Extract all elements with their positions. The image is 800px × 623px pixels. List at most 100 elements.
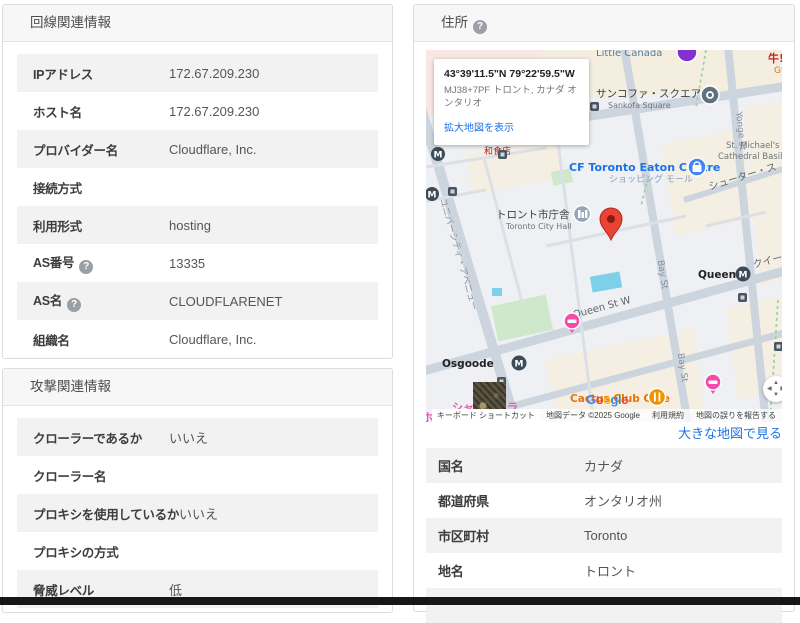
view-larger-map-link[interactable]: 拡大地図を表示: [444, 119, 514, 134]
table-row-empty: [426, 588, 782, 623]
table-row: AS番号? 13335: [17, 244, 378, 282]
row-label: AS名?: [33, 290, 169, 312]
table-row: プロバイダー名 Cloudflare, Inc.: [17, 130, 378, 168]
table-row: 市区町村 Toronto: [426, 518, 782, 553]
map-label-st-michaels-1: St. Michael's: [726, 141, 780, 151]
row-label: 接続方式: [33, 181, 82, 196]
map-area-beige: [466, 138, 564, 194]
row-label-text: AS番号: [33, 256, 75, 270]
row-value: hosting: [169, 217, 211, 233]
table-row: IPアドレス 172.67.209.230: [17, 54, 378, 92]
row-label: 市区町村: [438, 529, 489, 544]
pan-down-icon[interactable]: ▼: [773, 392, 779, 398]
coordinates-text: 43°39'11.5"N 79°22'59.5"W: [444, 68, 575, 80]
row-label: 組織名: [33, 333, 70, 348]
row-value: オンタリオ州: [584, 494, 663, 509]
row-value: いいえ: [169, 430, 209, 446]
map-label-st-michaels-2: Cathedral Basilica: [718, 152, 782, 162]
row-label: 脅威レベル: [33, 583, 95, 598]
row-value: いいえ: [179, 506, 219, 522]
row-label: IPアドレス: [33, 67, 94, 82]
google-logo-letter: o: [595, 392, 604, 407]
row-value: 13335: [169, 255, 206, 271]
table-row: 利用形式 hosting: [17, 206, 378, 244]
address-panel: 住所? Little Canada 牛 G サンコファ・スクエア Sankofa…: [413, 4, 795, 623]
map-attribution-bar: キーボード ショートカット 地図データ ©2025 Google 利用規約 地図…: [426, 409, 782, 422]
attack-info-rows: クローラーであるか いいえ クローラー名 プロキシを使用しているか いいえ プロ…: [3, 406, 392, 610]
table-row: 都道府県 オンタリオ州: [426, 483, 782, 518]
table-row: プロキシを使用しているか いいえ: [17, 494, 378, 532]
map-data-attribution: 地図データ ©2025 Google: [546, 411, 640, 420]
attack-info-panel: 攻撃関連情報 クローラーであるか いいえ クローラー名 プロキシを使用しているか…: [2, 368, 393, 613]
map-label-sankofa-jp: サンコファ・スクエア: [596, 88, 701, 100]
map-label-little-canada: Little Canada: [596, 50, 662, 59]
row-label: プロキシを使用しているか: [33, 507, 180, 522]
map-label-bay-st-upper: Bay St: [655, 260, 670, 291]
row-label-text: AS名: [33, 294, 62, 308]
row-value: トロント: [584, 564, 637, 579]
map-info-card: 43°39'11.5"N 79°22'59.5"W MJ38+7PF トロント,…: [434, 59, 589, 145]
table-row: プロキシの方式: [17, 532, 378, 570]
help-icon[interactable]: ?: [473, 20, 487, 34]
google-map[interactable]: Little Canada 牛! Gy サンコファ・スクエア Sankofa S…: [426, 50, 782, 422]
hotel-pin-icon: [704, 373, 722, 394]
panel-title: 回線関連情報: [3, 5, 392, 42]
panel-title: 攻撃関連情報: [3, 369, 392, 406]
row-label: 地名: [438, 564, 464, 579]
table-row: 国名 カナダ: [426, 448, 782, 483]
metro-m-icon: M: [739, 271, 748, 281]
row-value: Toronto: [584, 528, 628, 543]
line-info-rows: IPアドレス 172.67.209.230 ホスト名 172.67.209.23…: [3, 42, 392, 360]
row-label: クローラー名: [33, 469, 107, 484]
google-logo-letter: e: [621, 392, 628, 407]
table-row: AS名? CLOUDFLARENET: [17, 282, 378, 320]
map-label-sankofa-en: Sankofa Square: [608, 101, 671, 110]
row-value: Cloudflare, Inc.: [169, 141, 257, 157]
help-icon[interactable]: ?: [79, 260, 94, 274]
map-label-queen-station: Queen: [698, 269, 736, 281]
row-label: 利用形式: [33, 219, 82, 234]
map-label-gy: Gy: [774, 66, 782, 76]
eaton-centre-icon: [687, 157, 707, 177]
google-logo-letter: g: [610, 392, 619, 407]
map-label-city-hall-jp: トロント市庁舎: [496, 208, 570, 221]
row-value: 低: [169, 582, 183, 598]
panel-title: 住所?: [414, 5, 794, 42]
pan-left-icon[interactable]: ◀: [767, 386, 772, 392]
terms-link[interactable]: 利用規約: [652, 409, 684, 422]
metro-m-icon: M: [428, 191, 437, 201]
map-label-osgoode-station: Osgoode: [442, 358, 494, 370]
map-label-city-hall-en: Toronto City Hall: [505, 222, 572, 231]
line-info-panel: 回線関連情報 IPアドレス 172.67.209.230 ホスト名 172.67…: [2, 4, 393, 359]
metro-m-icon: M: [515, 360, 524, 370]
table-row: ホスト名 172.67.209.230: [17, 92, 378, 130]
map-label-eaton-jp: ショッピング モール: [609, 173, 693, 185]
row-label: 都道府県: [438, 494, 489, 509]
view-larger-map-external-link[interactable]: 大きな地図で見る: [678, 426, 782, 441]
row-value: 172.67.209.230: [169, 103, 260, 119]
map-pool: [492, 288, 502, 296]
row-label: クローラーであるか: [33, 431, 142, 446]
city-hall-icon: [572, 204, 592, 224]
row-label: プロバイダー名: [33, 143, 118, 158]
google-logo[interactable]: Google: [586, 392, 628, 407]
plus-code-text: MJ38+7PF トロント, カナダ オンタリオ: [444, 85, 577, 109]
row-value: 172.67.209.230: [169, 65, 260, 81]
row-label: プロキシの方式: [33, 545, 119, 560]
table-row: クローラーであるか いいえ: [17, 418, 378, 456]
table-row: 接続方式: [17, 168, 378, 206]
help-icon[interactable]: ?: [66, 298, 81, 312]
restaurant-icon: [647, 387, 667, 407]
pan-right-icon[interactable]: ▶: [780, 386, 782, 392]
row-value: Cloudflare, Inc.: [169, 331, 257, 347]
pan-up-icon[interactable]: ▲: [773, 380, 779, 386]
keyboard-shortcuts-link[interactable]: キーボード ショートカット: [431, 409, 541, 422]
map-pan-control[interactable]: ▲ ▼ ◀ ▶: [763, 376, 782, 402]
table-row: 組織名 Cloudflare, Inc.: [17, 320, 378, 358]
row-label: AS番号?: [33, 252, 169, 274]
map-label-gyu: 牛!: [768, 51, 782, 65]
view-larger-row: 大きな地図で見る: [426, 422, 782, 448]
map-pool: [589, 271, 623, 293]
sankofa-square-icon: [700, 85, 720, 105]
report-map-error-link[interactable]: 地図の誤りを報告する: [696, 409, 776, 422]
